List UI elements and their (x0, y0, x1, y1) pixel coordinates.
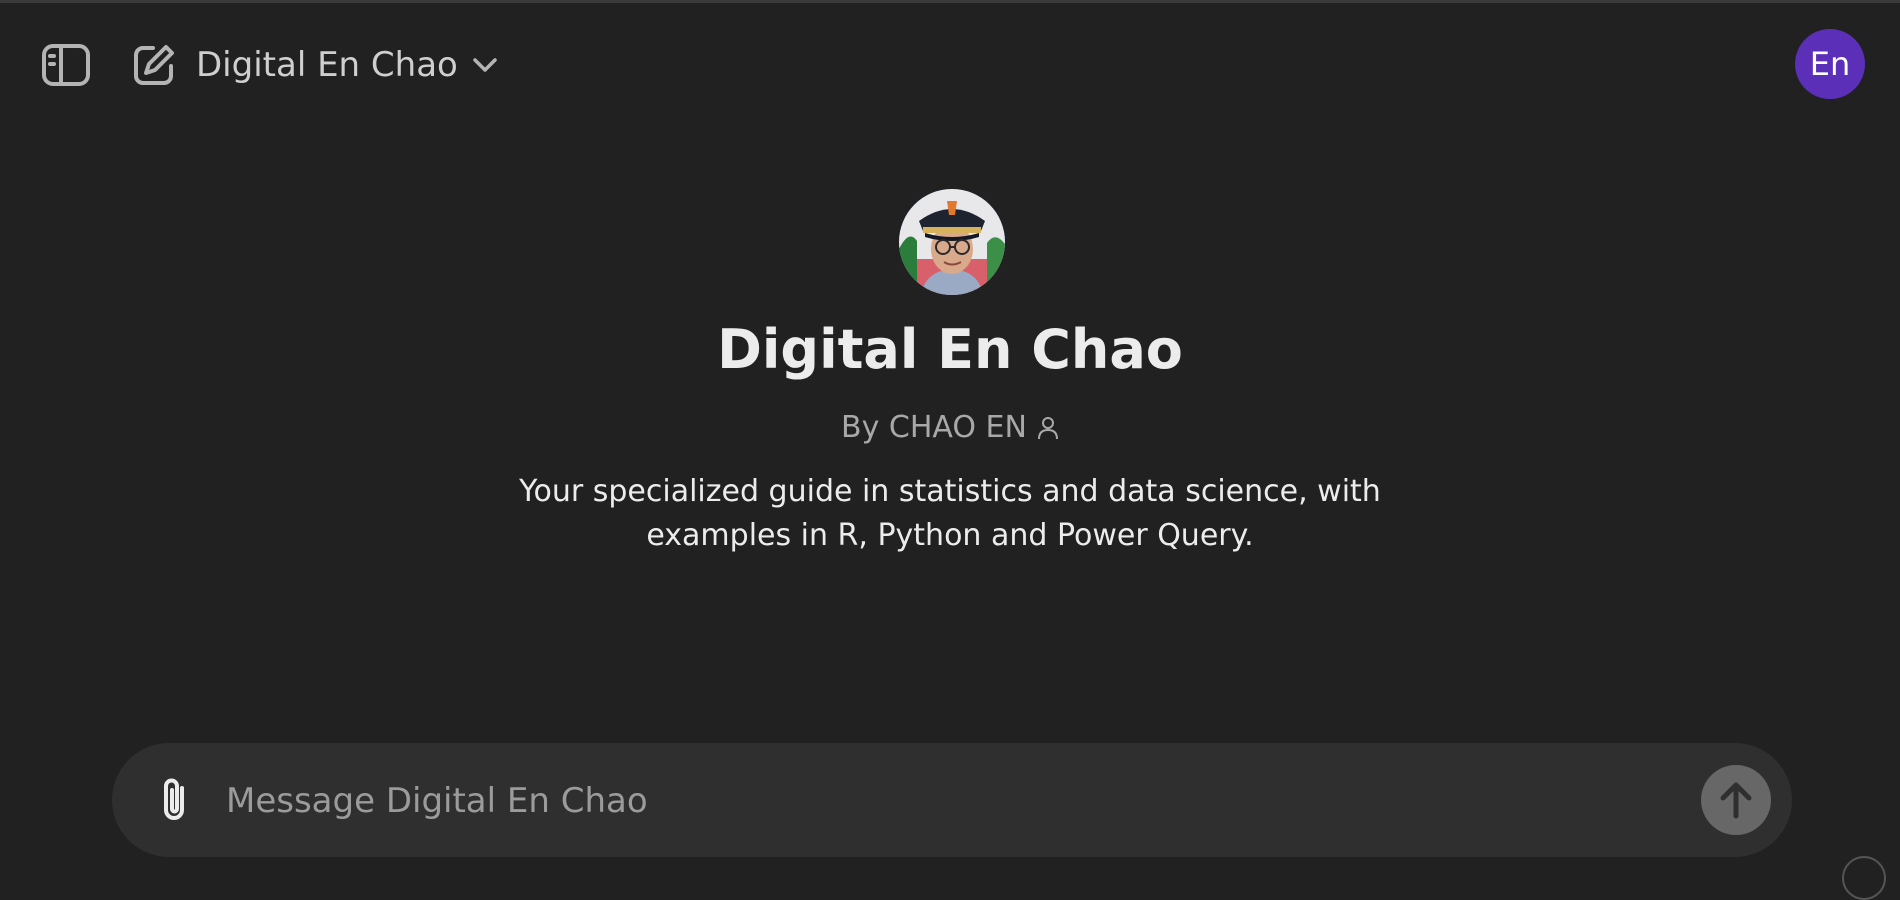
new-chat-icon (134, 45, 174, 85)
new-chat-button[interactable] (128, 40, 180, 90)
gpt-avatar (899, 189, 1005, 295)
paperclip-icon (164, 778, 184, 820)
gpt-description: Your specialized guide in statistics and… (519, 474, 1381, 553)
person-icon (1037, 416, 1058, 439)
model-selector[interactable]: Digital En Chao (196, 38, 498, 92)
sidebar-toggle-icon (42, 44, 90, 86)
gpt-author: By CHAO EN (841, 410, 1027, 445)
sidebar-toggle-button[interactable] (38, 40, 94, 90)
message-composer (112, 743, 1792, 857)
gpt-byline: By CHAO EN (0, 410, 1900, 445)
send-button[interactable] (1701, 765, 1771, 835)
gpt-title: Digital En Chao (717, 318, 1183, 381)
arrow-up-icon (1720, 782, 1752, 819)
model-selector-label: Digital En Chao (196, 45, 458, 85)
chevron-down-icon (473, 58, 497, 72)
user-avatar[interactable]: En (1795, 29, 1865, 99)
attach-button[interactable] (148, 774, 200, 826)
user-avatar-initials: En (1809, 45, 1851, 83)
help-button[interactable] (1842, 856, 1886, 900)
message-input[interactable] (224, 765, 1578, 837)
top-bar: Digital En Chao En (0, 0, 1900, 130)
gpt-avatar-image (899, 189, 1005, 295)
